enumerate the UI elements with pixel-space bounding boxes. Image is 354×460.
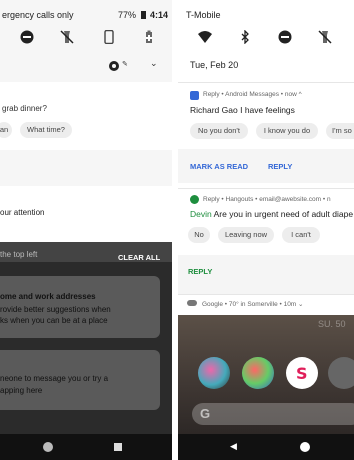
weather-text: Google • 70° in Somerville • 10m ⌄ (202, 301, 304, 308)
google-g-icon: G (200, 406, 211, 421)
message-text: Are you in urgent need of adult diape (213, 209, 354, 219)
tip-line: apping here (0, 386, 43, 395)
weather-notification[interactable]: Google • 70° in Somerville • 10m ⌄ (178, 294, 354, 315)
auto-rotate-icon[interactable] (102, 29, 116, 45)
message-preview: grab dinner? (2, 104, 47, 113)
right-phone-screen: T-Mobile Tue, Feb 20 Reply • Android Mes… (178, 0, 354, 460)
smart-reply-chip[interactable]: No you don't (190, 123, 248, 139)
battery-percent: 77% (118, 10, 137, 20)
smart-reply-chip[interactable]: Leaving now (218, 227, 274, 243)
notification-header: Reply • Hangouts • email@awebsite.com • … (203, 196, 331, 203)
date-label: Tue, Feb 20 (190, 60, 239, 70)
reply-button[interactable]: REPLY (188, 267, 212, 276)
smart-reply-chip[interactable]: No (188, 227, 210, 243)
chevron-down-icon[interactable]: ⌄ (150, 58, 158, 69)
recents-icon[interactable] (114, 443, 122, 451)
cloud-icon (187, 300, 197, 306)
smart-reply-chip[interactable]: an (0, 122, 12, 138)
app-folder-icon[interactable] (198, 357, 230, 389)
home-clock-ghost: SU. 50 (318, 319, 346, 329)
bluetooth-icon[interactable] (238, 29, 252, 45)
smart-reply-chip[interactable]: I can't (282, 227, 320, 243)
message-text: I have feelings (240, 105, 295, 115)
dnd-icon[interactable] (278, 30, 292, 44)
settings-icon[interactable] (108, 59, 120, 71)
mark-as-read-button[interactable]: MARK AS READ (190, 162, 248, 171)
tip-card-message[interactable]: neone to message you or try a apping her… (0, 350, 160, 410)
google-search-bar[interactable]: G (192, 403, 354, 425)
tip-card-addresses[interactable]: ome and work addresses rovide better sug… (0, 276, 160, 338)
home-wallpaper: SU. 50 S G (178, 315, 354, 434)
notification-header: Reply • Android Messages • now ^ (203, 91, 302, 98)
tip-line: neone to message you or try a (0, 374, 109, 383)
clock: 4:14 (150, 10, 169, 20)
sender-name: Devin (190, 209, 212, 219)
home-icon[interactable] (300, 442, 310, 452)
messages-app-icon (190, 91, 199, 100)
dnd-icon[interactable] (20, 30, 34, 44)
tip-line: ks when you can be at a place (0, 316, 108, 325)
clear-all-button[interactable]: CLEAR ALL (118, 253, 160, 262)
carrier-label: T-Mobile (186, 10, 221, 20)
status-text: ergency calls only (2, 10, 74, 20)
hangouts-app-icon (190, 195, 199, 204)
navigation-bar: ◀ (178, 434, 354, 460)
flashlight-off-icon[interactable] (318, 30, 332, 44)
back-icon[interactable]: ◀ (230, 441, 237, 452)
reply-button[interactable]: REPLY (268, 162, 292, 171)
top-left-text: the top left (0, 250, 38, 259)
notification-body: Richard Gao I have feelings (190, 105, 295, 115)
smart-reply-chip[interactable]: I know you do (256, 123, 318, 139)
app-folder-icon[interactable] (328, 357, 354, 389)
tip-title: ome and work addresses (0, 292, 96, 301)
flashlight-off-icon[interactable] (60, 30, 74, 44)
edit-icon[interactable]: ✎ (122, 60, 128, 68)
battery-saver-icon[interactable] (142, 30, 156, 44)
home-icon[interactable] (43, 442, 53, 452)
battery-icon (141, 11, 146, 19)
message-notification-card[interactable]: grab dinner? an What time? (0, 82, 172, 150)
left-phone-screen: ergency calls only 77% 4:14 ✎ ⌄ grab din… (0, 0, 172, 460)
navigation-bar (0, 434, 172, 460)
attention-card[interactable]: our attention (0, 186, 172, 242)
wifi-icon[interactable] (198, 30, 212, 44)
attention-text: our attention (0, 208, 45, 217)
slack-app-icon[interactable]: S (286, 357, 318, 389)
notification-body: Devin Are you in urgent need of adult di… (190, 209, 353, 219)
app-folder-icon[interactable] (242, 357, 274, 389)
smart-reply-chip[interactable]: I'm so (326, 123, 354, 139)
svg-text:S: S (296, 364, 308, 383)
android-messages-notification[interactable]: Reply • Android Messages • now ^ Richard… (178, 82, 354, 183)
smart-reply-chip[interactable]: What time? (20, 122, 72, 138)
hangouts-notification[interactable]: Reply • Hangouts • email@awebsite.com • … (178, 188, 354, 295)
tip-line: rovide better suggestions when (0, 305, 111, 314)
sender-name: Richard Gao (190, 105, 238, 115)
